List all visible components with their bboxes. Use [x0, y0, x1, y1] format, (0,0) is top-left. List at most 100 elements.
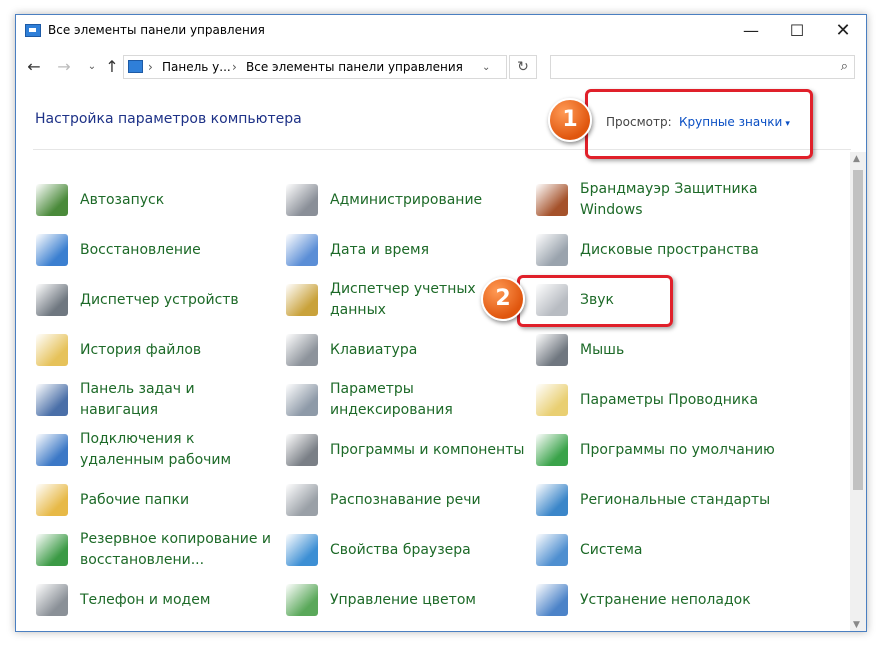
item-recovery[interactable]: Восстановление	[36, 226, 276, 274]
item-label[interactable]: Брандмауэр Защитника Windows	[580, 176, 776, 224]
indexing-icon	[286, 384, 318, 416]
item-label[interactable]: Управление цветом	[330, 576, 526, 624]
item-device-manager[interactable]: Диспетчер устройств	[36, 276, 276, 324]
address-bar[interactable]: › Панель у... › Все элементы панели упра…	[123, 55, 507, 79]
keyboard-icon	[286, 334, 318, 366]
item-label[interactable]: Администрирование	[330, 176, 526, 224]
item-keyboard[interactable]: Клавиатура	[286, 326, 526, 374]
navigation-bar: ← → ⌄ ↑ › Панель у... › Все элементы пан…	[16, 47, 866, 89]
search-icon[interactable]: ⌕	[841, 59, 848, 74]
item-speech-recognition[interactable]: Распознавание речи	[286, 476, 526, 524]
admin-tools-icon	[286, 184, 318, 216]
item-windows-firewall[interactable]: Брандмауэр Защитника Windows	[536, 176, 776, 224]
item-administrative-tools[interactable]: Администрирование	[286, 176, 526, 224]
item-label[interactable]: Дата и время	[330, 226, 526, 274]
firewall-icon	[536, 184, 568, 216]
maximize-button[interactable]: ☐	[774, 15, 820, 47]
item-internet-options[interactable]: Свойства браузера	[286, 526, 526, 574]
system-icon	[536, 534, 568, 566]
work-folders-icon	[36, 484, 68, 516]
breadcrumb-separator[interactable]: ›	[232, 60, 237, 74]
breadcrumb-control-panel[interactable]: Панель у...	[162, 60, 231, 74]
item-label[interactable]: Резервное копирование и восстановлени...	[80, 526, 276, 574]
backup-icon	[36, 534, 68, 566]
page-title: Настройка параметров компьютера	[35, 111, 302, 127]
item-autoplay[interactable]: Автозапуск	[36, 176, 276, 224]
credential-manager-icon	[286, 284, 318, 316]
programs-icon	[286, 434, 318, 466]
recovery-icon	[36, 234, 68, 266]
item-date-time[interactable]: Дата и время	[286, 226, 526, 274]
item-label[interactable]: Программы по умолчанию	[580, 426, 776, 474]
item-work-folders[interactable]: Рабочие папки	[36, 476, 276, 524]
search-box[interactable]: ⌕	[550, 55, 855, 79]
close-button[interactable]: ✕	[820, 15, 866, 47]
item-label[interactable]: Программы и компоненты	[330, 426, 526, 474]
item-label[interactable]: Панель задач и навигация	[80, 376, 276, 424]
back-button[interactable]: ←	[24, 57, 44, 77]
item-label[interactable]: Восстановление	[80, 226, 276, 274]
internet-options-icon	[286, 534, 318, 566]
item-label[interactable]: Мышь	[580, 326, 776, 374]
forward-button[interactable]: →	[54, 57, 74, 77]
control-panel-icon	[128, 60, 143, 73]
scrollbar-thumb[interactable]	[853, 170, 863, 490]
refresh-button[interactable]: ↻	[509, 55, 537, 79]
chevron-down-icon[interactable]: ⌄	[482, 62, 490, 73]
vertical-scrollbar[interactable]: ▲ ▼	[850, 152, 866, 631]
item-remoteapp-connections[interactable]: Подключения к удаленным рабочим	[36, 426, 276, 474]
item-label[interactable]: Диспетчер устройств	[80, 276, 276, 324]
taskbar-icon	[36, 384, 68, 416]
item-label[interactable]: История файлов	[80, 326, 276, 374]
item-label[interactable]: Рабочие папки	[80, 476, 276, 524]
item-mouse[interactable]: Мышь	[536, 326, 776, 374]
item-label[interactable]: Параметры Проводника	[580, 376, 776, 424]
callout-highlight-view	[585, 89, 813, 159]
item-color-management[interactable]: Управление цветом	[286, 576, 526, 624]
item-label[interactable]: Система	[580, 526, 776, 574]
mouse-icon	[536, 334, 568, 366]
item-system[interactable]: Система	[536, 526, 776, 574]
microphone-icon	[286, 484, 318, 516]
callout-badge-1: 1	[548, 98, 592, 142]
breadcrumb-all-items[interactable]: Все элементы панели управления	[246, 60, 463, 74]
troubleshooting-icon	[536, 584, 568, 616]
item-taskbar-navigation[interactable]: Панель задач и навигация	[36, 376, 276, 424]
item-programs-features[interactable]: Программы и компоненты	[286, 426, 526, 474]
item-label[interactable]: Параметры индексирования	[330, 376, 526, 424]
item-storage-spaces[interactable]: Дисковые пространства	[536, 226, 776, 274]
region-icon	[536, 484, 568, 516]
item-troubleshooting[interactable]: Устранение неполадок	[536, 576, 776, 624]
title-bar: Все элементы панели управления — ☐ ✕	[16, 15, 866, 47]
file-history-icon	[36, 334, 68, 366]
item-region[interactable]: Региональные стандарты	[536, 476, 776, 524]
device-manager-icon	[36, 284, 68, 316]
item-label[interactable]: Дисковые пространства	[580, 226, 776, 274]
recent-locations-button[interactable]: ⌄	[82, 57, 102, 77]
default-programs-icon	[536, 434, 568, 466]
item-phone-modem[interactable]: Телефон и модем	[36, 576, 276, 624]
item-label[interactable]: Распознавание речи	[330, 476, 526, 524]
minimize-button[interactable]: —	[728, 15, 774, 47]
item-label[interactable]: Подключения к удаленным рабочим	[80, 426, 276, 474]
item-file-history[interactable]: История файлов	[36, 326, 276, 374]
search-input[interactable]	[555, 58, 829, 78]
storage-spaces-icon	[536, 234, 568, 266]
item-file-explorer-options[interactable]: Параметры Проводника	[536, 376, 776, 424]
item-label[interactable]: Региональные стандарты	[580, 476, 776, 524]
remote-connections-icon	[36, 434, 68, 466]
item-default-programs[interactable]: Программы по умолчанию	[536, 426, 776, 474]
item-indexing-options[interactable]: Параметры индексирования	[286, 376, 526, 424]
phone-modem-icon	[36, 584, 68, 616]
folder-options-icon	[536, 384, 568, 416]
breadcrumb-separator[interactable]: ›	[148, 60, 153, 74]
item-label[interactable]: Устранение неполадок	[580, 576, 776, 624]
item-backup-restore[interactable]: Резервное копирование и восстановлени...	[36, 526, 276, 574]
item-label[interactable]: Клавиатура	[330, 326, 526, 374]
scroll-down-arrow[interactable]: ▼	[853, 620, 860, 630]
item-label[interactable]: Свойства браузера	[330, 526, 526, 574]
item-label[interactable]: Автозапуск	[80, 176, 276, 224]
up-button[interactable]: ↑	[102, 57, 122, 77]
item-label[interactable]: Телефон и модем	[80, 576, 276, 624]
scroll-up-arrow[interactable]: ▲	[853, 154, 860, 164]
